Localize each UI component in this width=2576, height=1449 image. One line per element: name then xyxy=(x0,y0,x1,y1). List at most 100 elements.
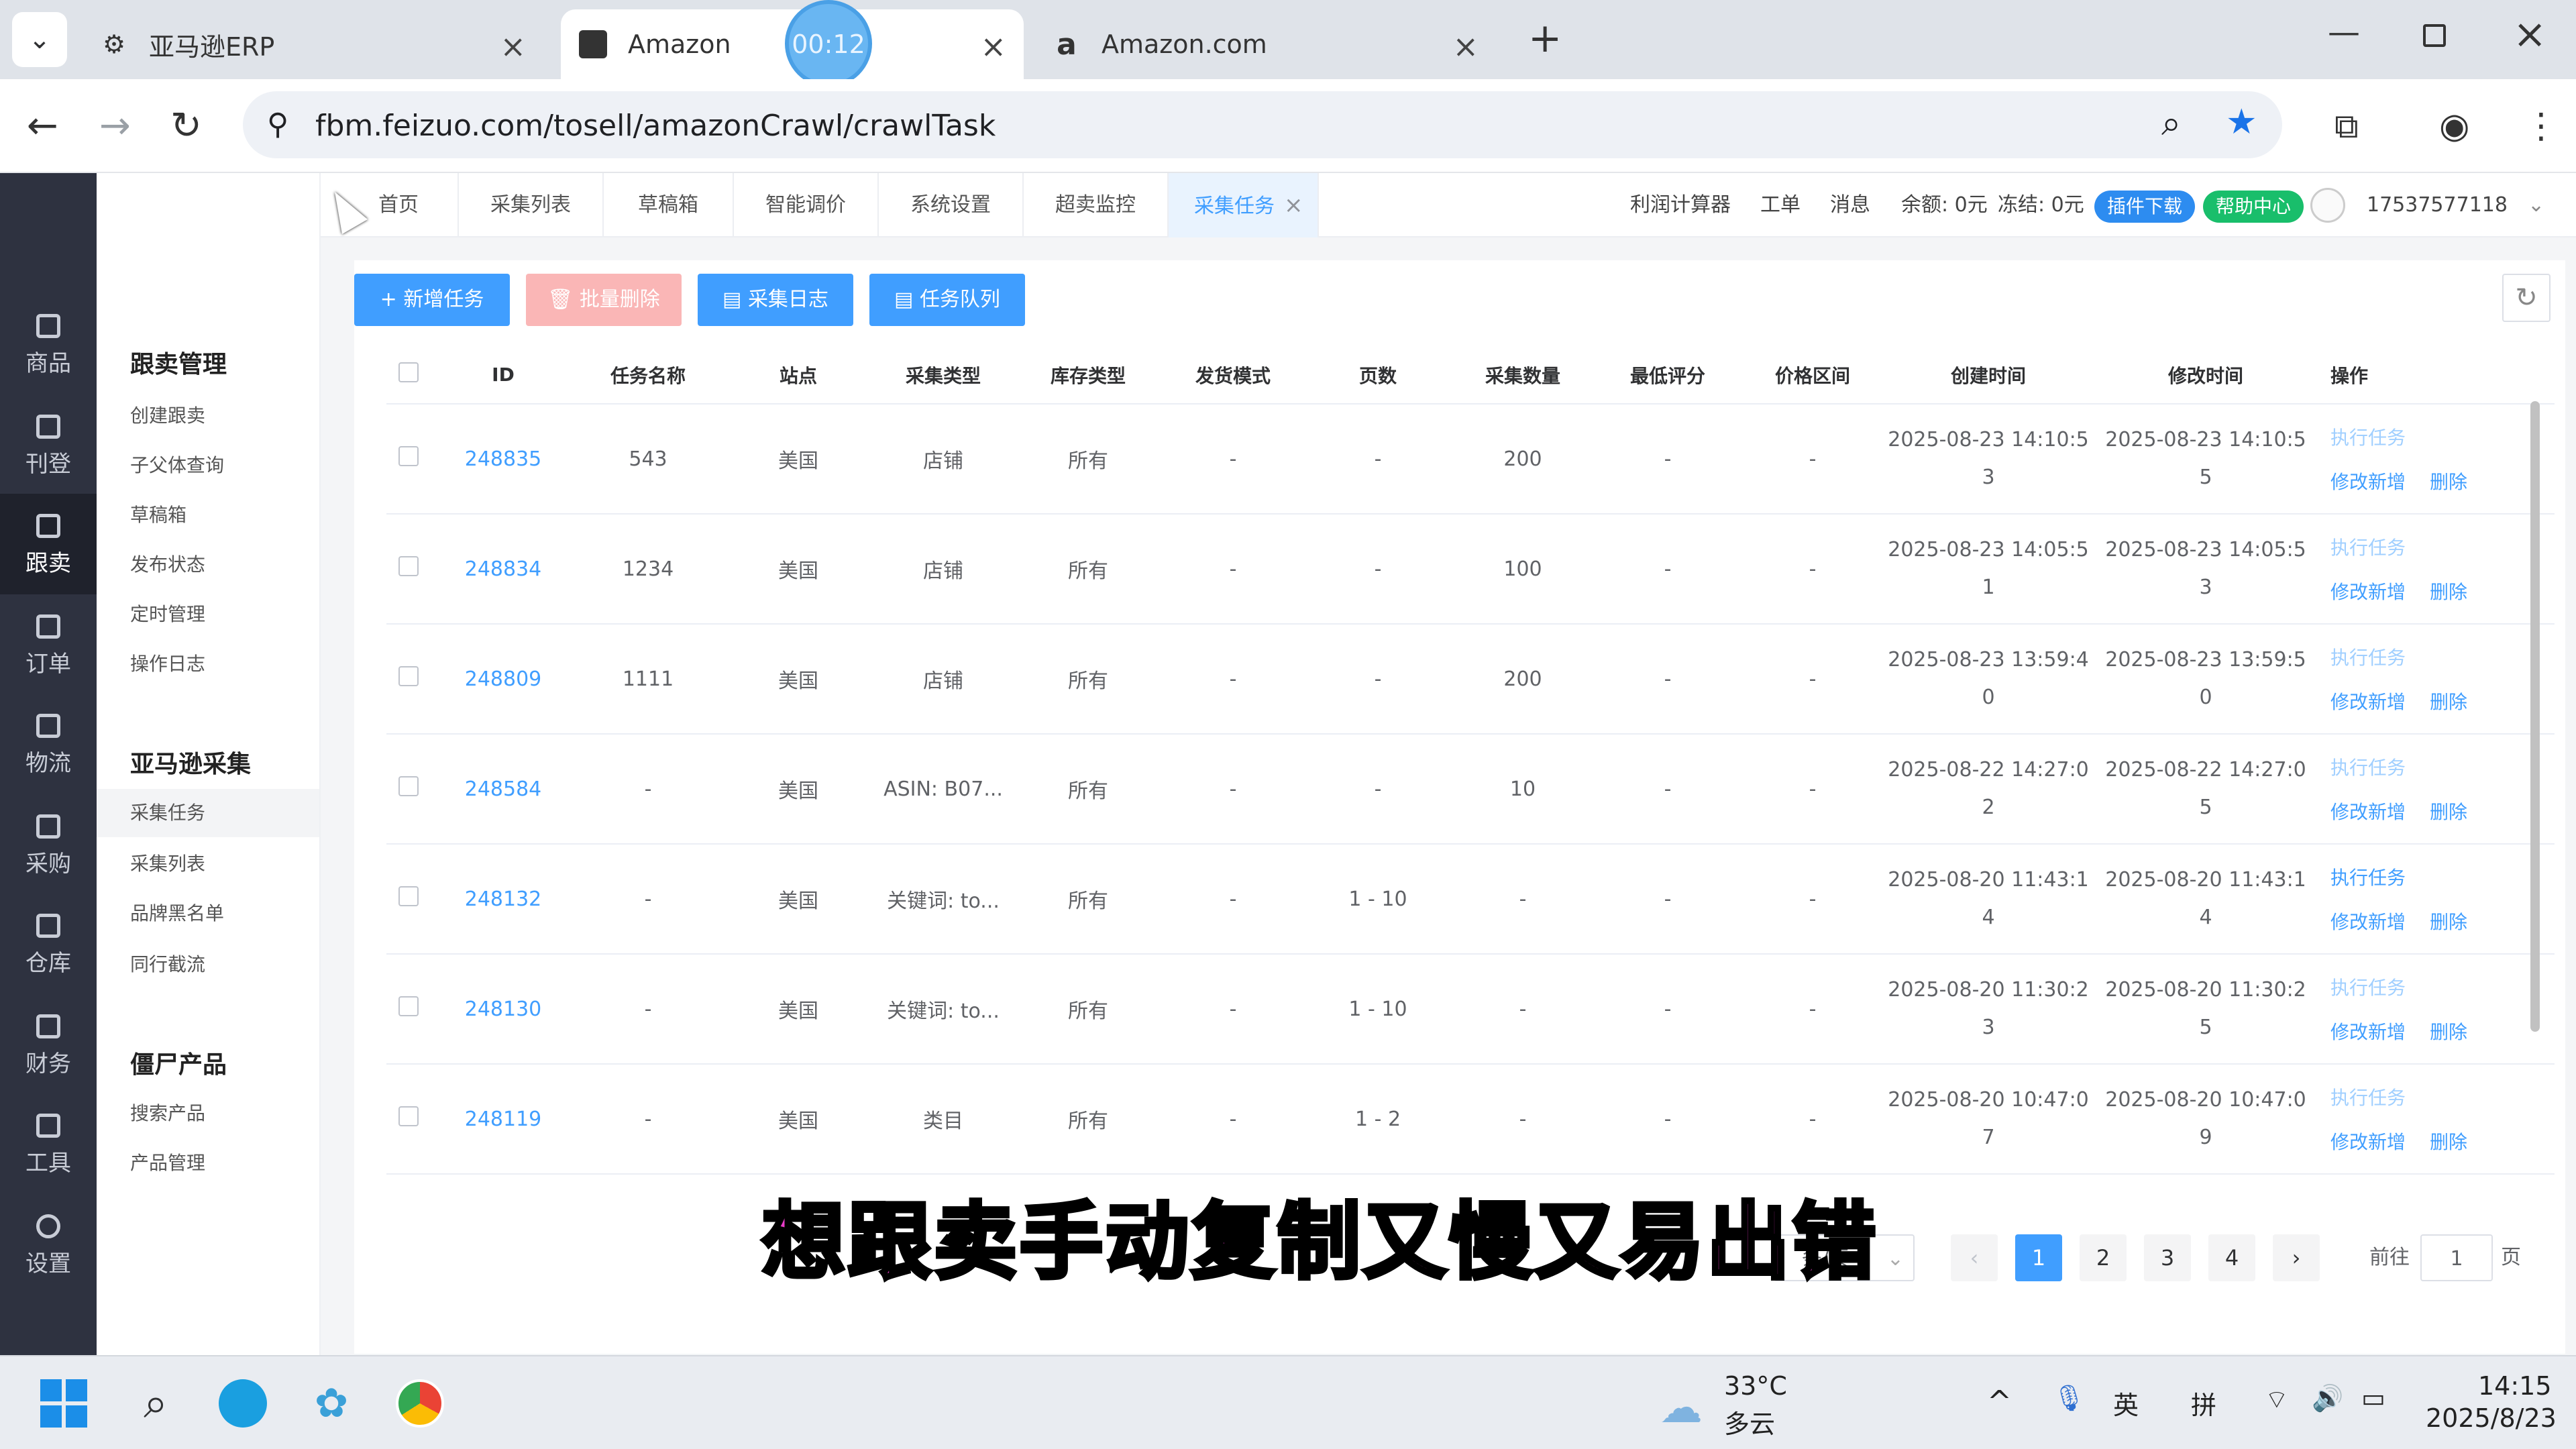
menu-item-brand-blacklist[interactable]: 品牌黑名单 xyxy=(130,899,224,926)
volume-icon[interactable]: 🔊 xyxy=(2312,1383,2343,1413)
menu-item-schedule[interactable]: 定时管理 xyxy=(130,600,205,627)
tab-oversell-monitor[interactable]: 超卖监控 xyxy=(1024,173,1169,237)
delete-button[interactable]: 删除 xyxy=(2430,1131,2467,1153)
tab-home[interactable]: 首页 xyxy=(321,173,459,237)
ime-english[interactable]: 英 xyxy=(2113,1385,2139,1421)
edit-button[interactable]: 修改新增 xyxy=(2330,911,2406,933)
execute-task-button[interactable]: 执行任务 xyxy=(2330,863,2555,890)
sidebar-item-finance[interactable]: 财务 xyxy=(0,994,97,1095)
goto-page-input[interactable]: 1 xyxy=(2420,1234,2493,1281)
row-checkbox[interactable] xyxy=(386,734,431,845)
tab-drafts[interactable]: 草稿箱 xyxy=(604,173,734,237)
row-checkbox[interactable] xyxy=(386,954,431,1065)
forward-icon[interactable]: → xyxy=(99,105,131,148)
tab-smart-pricing[interactable]: 智能调价 xyxy=(734,173,879,237)
execute-task-button[interactable]: 执行任务 xyxy=(2330,753,2555,780)
more-menu-icon[interactable]: ⋮ xyxy=(2524,105,2559,148)
next-page-button[interactable]: › xyxy=(2273,1234,2320,1281)
menu-item-crawl-list[interactable]: 采集列表 xyxy=(130,849,205,876)
chevron-up-icon[interactable]: ^ xyxy=(1987,1385,2012,1419)
bookmark-star-icon[interactable]: ★ xyxy=(2226,102,2257,142)
url-field[interactable]: ⚲ fbm.feizuo.com/tosell/amazonCrawl/craw… xyxy=(243,91,2282,158)
edit-button[interactable]: 修改新增 xyxy=(2330,801,2406,823)
battery-icon[interactable]: ▭ xyxy=(2361,1383,2385,1413)
sidebar-item-product[interactable]: 商品 xyxy=(0,294,97,394)
extensions-icon[interactable]: ⧉ xyxy=(2334,105,2359,148)
edge-browser-icon[interactable] xyxy=(219,1379,267,1428)
close-tab-icon[interactable]: × xyxy=(1284,192,1303,219)
delete-button[interactable]: 删除 xyxy=(2430,691,2467,713)
sidebar-item-warehouse[interactable]: 仓库 xyxy=(0,894,97,994)
task-id-link[interactable]: 248809 xyxy=(431,624,576,735)
task-id-link[interactable]: 248119 xyxy=(431,1064,576,1175)
close-tab-icon[interactable]: × xyxy=(1452,28,1479,64)
sidebar-item-settings[interactable]: 设置 xyxy=(0,1194,97,1295)
tab-system-settings[interactable]: 系统设置 xyxy=(879,173,1024,237)
table-scrollbar[interactable] xyxy=(2530,401,2540,1032)
restore-icon[interactable] xyxy=(2423,24,2446,47)
edit-button[interactable]: 修改新增 xyxy=(2330,471,2406,493)
sidebar-item-follow-sell[interactable]: 跟卖 xyxy=(0,494,97,594)
wifi-icon[interactable]: ⌔ xyxy=(2265,1383,2289,1415)
page-button[interactable]: 1 xyxy=(2015,1234,2062,1281)
add-task-button[interactable]: + 新增任务 xyxy=(354,274,510,326)
delete-button[interactable]: 删除 xyxy=(2430,911,2467,933)
task-queue-button[interactable]: ▤ 任务队列 xyxy=(869,274,1025,326)
execute-task-button[interactable]: 执行任务 xyxy=(2330,973,2555,1000)
menu-item-competitor-intercept[interactable]: 同行截流 xyxy=(130,950,205,977)
execute-task-button[interactable]: 执行任务 xyxy=(2330,423,2555,450)
windows-start-icon[interactable] xyxy=(40,1379,89,1428)
app-icon[interactable]: ✿ xyxy=(307,1379,356,1428)
task-id-link[interactable]: 248834 xyxy=(431,514,576,625)
message-link[interactable]: 消息 xyxy=(1830,173,1870,237)
close-window-icon[interactable]: × xyxy=(2513,11,2546,58)
menu-item-search-product[interactable]: 搜索产品 xyxy=(130,1099,205,1126)
menu-item-parent-child-query[interactable]: 子父体查询 xyxy=(130,451,224,478)
edit-button[interactable]: 修改新增 xyxy=(2330,581,2406,603)
page-button[interactable]: 2 xyxy=(2080,1234,2127,1281)
help-center-button[interactable]: 帮助中心 xyxy=(2203,191,2304,223)
task-id-link[interactable]: 248835 xyxy=(431,404,576,515)
tab-crawl-list[interactable]: 采集列表 xyxy=(459,173,604,237)
chevron-down-icon[interactable]: ⌄ xyxy=(2528,173,2544,237)
select-all-checkbox[interactable] xyxy=(386,346,431,405)
profile-icon[interactable]: ◉ xyxy=(2439,105,2469,148)
menu-item-drafts[interactable]: 草稿箱 xyxy=(130,500,186,527)
close-tab-icon[interactable]: × xyxy=(500,28,526,64)
sidebar-item-logistics[interactable]: 物流 xyxy=(0,694,97,794)
prev-page-button[interactable]: ‹ xyxy=(1951,1234,1998,1281)
ticket-link[interactable]: 工单 xyxy=(1760,173,1801,237)
execute-task-button[interactable]: 执行任务 xyxy=(2330,1083,2555,1110)
reload-icon[interactable]: ↻ xyxy=(170,105,202,148)
menu-item-product-management[interactable]: 产品管理 xyxy=(130,1148,205,1175)
row-checkbox[interactable] xyxy=(386,514,431,625)
row-checkbox[interactable] xyxy=(386,404,431,515)
zoom-icon[interactable]: ⌕ xyxy=(2161,103,2181,144)
task-id-link[interactable]: 248584 xyxy=(431,734,576,845)
delete-button[interactable]: 删除 xyxy=(2430,801,2467,823)
row-checkbox[interactable] xyxy=(386,624,431,735)
edit-button[interactable]: 修改新增 xyxy=(2330,1021,2406,1043)
execute-task-button[interactable]: 执行任务 xyxy=(2330,533,2555,560)
plugin-download-button[interactable]: 插件下载 xyxy=(2094,191,2195,223)
refresh-icon[interactable]: ↻ xyxy=(2502,274,2551,322)
delete-button[interactable]: 删除 xyxy=(2430,471,2467,493)
close-tab-icon[interactable]: × xyxy=(980,28,1006,64)
chrome-icon[interactable] xyxy=(396,1379,444,1428)
new-tab-icon[interactable]: + xyxy=(1528,15,1562,62)
menu-item-publish-status[interactable]: 发布状态 xyxy=(130,550,205,577)
browser-tab-erp[interactable]: ⚙ 亚马逊ERP × xyxy=(80,9,543,79)
row-checkbox[interactable] xyxy=(386,1064,431,1175)
delete-button[interactable]: 删除 xyxy=(2430,581,2467,603)
edit-button[interactable]: 修改新增 xyxy=(2330,691,2406,713)
sidebar-item-listing[interactable]: 刊登 xyxy=(0,394,97,495)
row-checkbox[interactable] xyxy=(386,844,431,955)
task-id-link[interactable]: 248130 xyxy=(431,954,576,1065)
sidebar-item-orders[interactable]: 订单 xyxy=(0,594,97,695)
task-id-link[interactable]: 248132 xyxy=(431,844,576,955)
avatar[interactable] xyxy=(2310,188,2345,223)
page-button[interactable]: 3 xyxy=(2144,1234,2191,1281)
minimize-icon[interactable]: — xyxy=(2328,13,2360,51)
tab-crawl-task[interactable]: 采集任务 × xyxy=(1169,173,1319,237)
sidebar-item-tools[interactable]: 工具 xyxy=(0,1093,97,1194)
